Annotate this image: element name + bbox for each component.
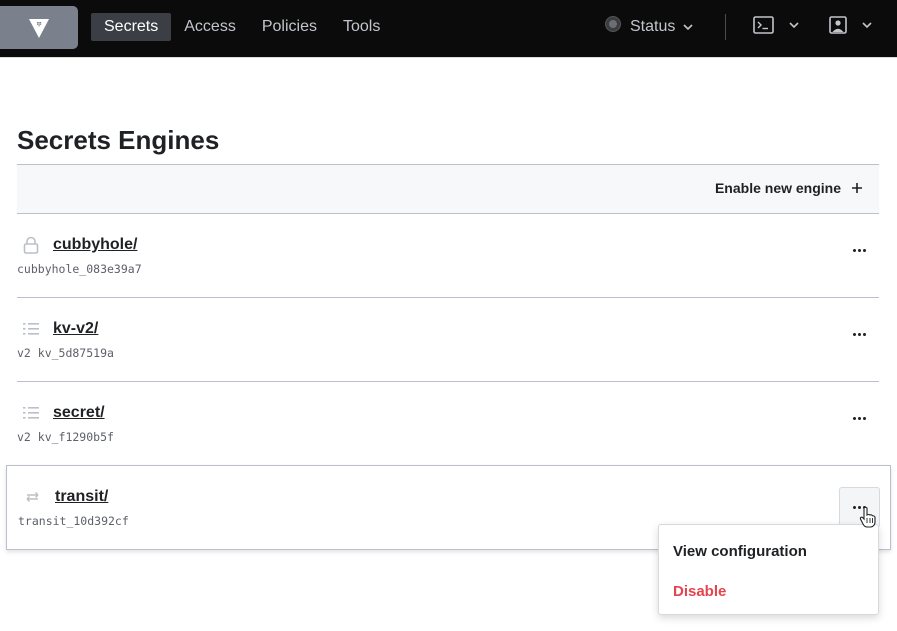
view-configuration-menu-item[interactable]: View configuration (673, 543, 807, 560)
engine-accessor: cubbyhole_083e39a7 (17, 262, 142, 276)
toolbar: Enable new engine (17, 164, 879, 214)
nav-policies[interactable]: Policies (249, 13, 330, 41)
status-label: Status (630, 18, 676, 35)
vault-logo-icon (29, 18, 49, 38)
nav-tools[interactable]: Tools (330, 13, 393, 41)
enable-new-engine-label: Enable new engine (714, 180, 841, 196)
engine-link[interactable]: secret/ (53, 404, 105, 422)
user-menu-button[interactable] (829, 16, 873, 34)
status-indicator-icon (606, 17, 620, 31)
transit-arrows-icon (26, 492, 39, 502)
list-icon (23, 323, 39, 335)
console-menu-button[interactable] (753, 16, 800, 34)
more-options-button[interactable] (851, 242, 867, 258)
engine-options-dropdown: View configuration Disable (658, 524, 879, 615)
more-options-button[interactable] (851, 410, 867, 426)
engine-accessor: v2 kv_f1290b5f (17, 430, 114, 444)
engine-link[interactable]: transit/ (55, 488, 108, 506)
chevron-down-icon (862, 22, 872, 29)
engine-row: kv-v2/ v2 kv_5d87519a (17, 298, 879, 382)
nav-divider (725, 14, 726, 40)
engine-row: cubbyhole/ cubbyhole_083e39a7 (17, 214, 879, 298)
enable-new-engine-button[interactable]: Enable new engine (715, 180, 863, 196)
engine-link[interactable]: kv-v2/ (53, 320, 98, 338)
disable-menu-item[interactable]: Disable (673, 583, 726, 600)
user-icon (829, 16, 847, 34)
engine-accessor: transit_10d392cf (18, 514, 129, 528)
list-icon (23, 407, 39, 419)
lock-icon (23, 236, 39, 254)
top-navigation-bar: Secrets Access Policies Tools Status (0, 0, 897, 58)
nav-access[interactable]: Access (171, 13, 249, 41)
status-menu-button[interactable]: Status (606, 14, 694, 40)
plus-icon (852, 183, 862, 193)
vault-logo-button[interactable] (0, 6, 78, 49)
engine-link[interactable]: cubbyhole/ (53, 236, 137, 254)
engine-accessor: v2 kv_5d87519a (17, 346, 114, 360)
nav-secrets[interactable]: Secrets (91, 13, 172, 41)
main-nav: Secrets Access Policies Tools (91, 13, 393, 41)
engine-row: secret/ v2 kv_f1290b5f (17, 382, 879, 466)
hand-cursor-icon (859, 506, 876, 528)
more-options-button[interactable] (851, 326, 867, 342)
page-title: Secrets Engines (17, 125, 220, 155)
chevron-down-icon (789, 22, 799, 29)
chevron-down-icon (683, 24, 693, 31)
terminal-icon (753, 16, 774, 34)
